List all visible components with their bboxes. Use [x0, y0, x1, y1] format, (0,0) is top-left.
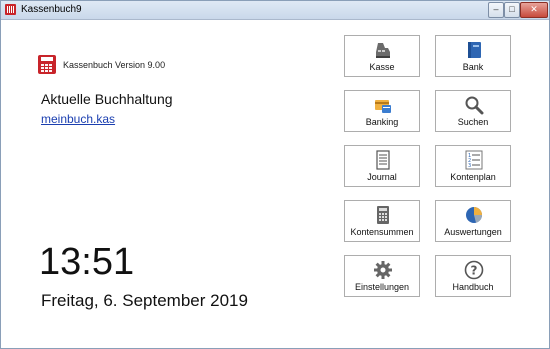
auswertungen-button[interactable]: Auswertungen: [435, 200, 511, 242]
banking-card-icon: [373, 95, 393, 115]
app-window: Kassenbuch9 – □ ✕ Kassenbuch Version 9.0…: [0, 0, 550, 349]
tile-label: Bank: [462, 62, 484, 72]
minimize-button[interactable]: –: [488, 2, 504, 18]
einstellungen-button[interactable]: Einstellungen: [344, 255, 420, 297]
tile-label: Handbuch: [452, 282, 494, 292]
kontensummen-button[interactable]: Kontensummen: [344, 200, 420, 242]
calculator-icon: [38, 55, 56, 74]
calculator-icon: [373, 205, 393, 225]
help-icon: ?: [464, 260, 484, 280]
tile-label: Kontensummen: [350, 227, 414, 237]
gear-icon: [373, 260, 393, 280]
pie-chart-icon: [464, 205, 484, 225]
magnifier-icon: [464, 95, 484, 115]
clock-time: 13:51: [39, 241, 135, 283]
window-title: Kassenbuch9: [21, 4, 82, 15]
clock-date: Freitag, 6. September 2019: [41, 291, 248, 310]
app-icon: [5, 4, 16, 15]
tile-label: Einstellungen: [354, 282, 410, 292]
journal-button[interactable]: Journal: [344, 145, 420, 187]
cash-register-icon: [373, 40, 393, 60]
handbuch-button[interactable]: ? Handbuch: [435, 255, 511, 297]
banking-button[interactable]: Banking: [344, 90, 420, 132]
svg-text:?: ?: [471, 264, 478, 278]
book-file-link[interactable]: meinbuch.kas: [41, 112, 115, 126]
svg-text:3: 3: [468, 163, 471, 169]
version-label: Kassenbuch Version 9.00: [63, 60, 166, 70]
bank-book-icon: [464, 40, 484, 60]
current-book-heading: Aktuelle Buchhaltung: [41, 91, 173, 107]
close-button[interactable]: ✕: [520, 2, 548, 18]
bank-button[interactable]: Bank: [435, 35, 511, 77]
tile-label: Journal: [367, 172, 397, 182]
kontenplan-button[interactable]: 123 Kontenplan: [435, 145, 511, 187]
tile-label: Kontenplan: [450, 172, 496, 182]
tile-label: Banking: [365, 117, 399, 127]
suchen-button[interactable]: Suchen: [435, 90, 511, 132]
maximize-button[interactable]: □: [504, 2, 520, 18]
kasse-button[interactable]: Kasse: [344, 35, 420, 77]
journal-icon: [373, 150, 393, 170]
tile-label: Suchen: [457, 117, 489, 127]
tile-label: Kasse: [369, 62, 395, 72]
title-bar[interactable]: Kassenbuch9 – □ ✕: [1, 1, 549, 20]
numbered-list-icon: 123: [464, 150, 484, 170]
tile-label: Auswertungen: [444, 227, 502, 237]
